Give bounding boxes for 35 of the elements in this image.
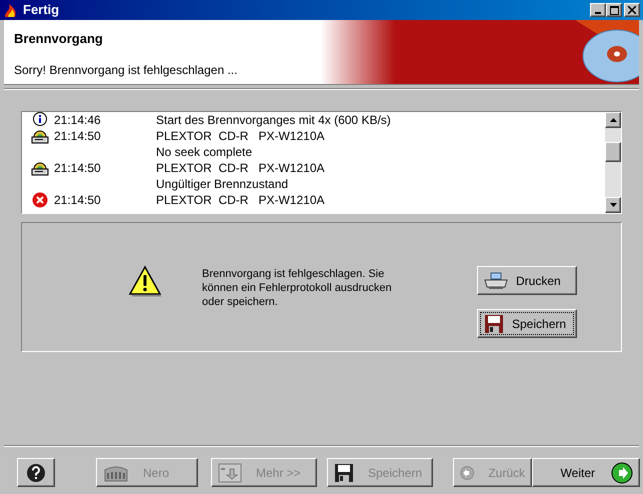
log-message: No seek complete bbox=[156, 144, 252, 161]
scroll-down-button[interactable] bbox=[605, 197, 621, 213]
minimize-button[interactable] bbox=[590, 3, 606, 17]
help-button[interactable] bbox=[17, 458, 55, 487]
log-time: 21:14:50 bbox=[54, 192, 102, 209]
next-button[interactable]: Weiter bbox=[532, 458, 640, 487]
save-button[interactable]: Speichern bbox=[477, 309, 577, 338]
log-message: PLEXTOR CD-R PX-W1210A bbox=[156, 192, 324, 209]
log-message: PLEXTOR CD-R PX-W1210A bbox=[156, 128, 324, 145]
header-subtitle: Sorry! Brennvorgang ist fehlgeschlagen ... bbox=[14, 62, 238, 78]
notice-message: Brennvorgang ist fehlgeschlagen. Sie können ein Fehlerprotokoll ausdrucken oder speichern. bbox=[202, 267, 393, 309]
close-icon bbox=[628, 6, 636, 14]
header-title: Brennvorgang bbox=[14, 30, 104, 48]
warning-icon bbox=[128, 265, 162, 297]
log-time: 21:14:50 bbox=[54, 128, 102, 145]
log-message: Ungültiger Brennzustand bbox=[156, 176, 288, 193]
maximize-icon bbox=[610, 6, 618, 14]
print-button[interactable]: Drucken bbox=[477, 266, 577, 295]
scroll-thumb[interactable] bbox=[605, 142, 621, 162]
help-icon bbox=[26, 462, 46, 482]
log-time: 21:14:50 bbox=[54, 160, 102, 177]
log-message: PLEXTOR CD-R PX-W1210A bbox=[156, 160, 324, 177]
maximize-button[interactable] bbox=[606, 3, 622, 17]
scroll-up-button[interactable] bbox=[605, 112, 621, 128]
log-time: 21:14:46 bbox=[54, 112, 102, 129]
window-title: Fertig bbox=[23, 1, 60, 20]
cd-drive-icon bbox=[31, 160, 49, 176]
up-arrow-icon bbox=[610, 118, 616, 122]
down-arrow-icon bbox=[610, 203, 616, 207]
printer-icon bbox=[484, 272, 508, 290]
cd-drive-icon bbox=[31, 128, 49, 144]
close-button[interactable] bbox=[624, 3, 640, 17]
colosseum-icon bbox=[103, 464, 129, 482]
error-icon bbox=[32, 192, 48, 208]
log-message: Start des Brennvorganges mit 4x (600 KB/s) bbox=[156, 112, 391, 129]
